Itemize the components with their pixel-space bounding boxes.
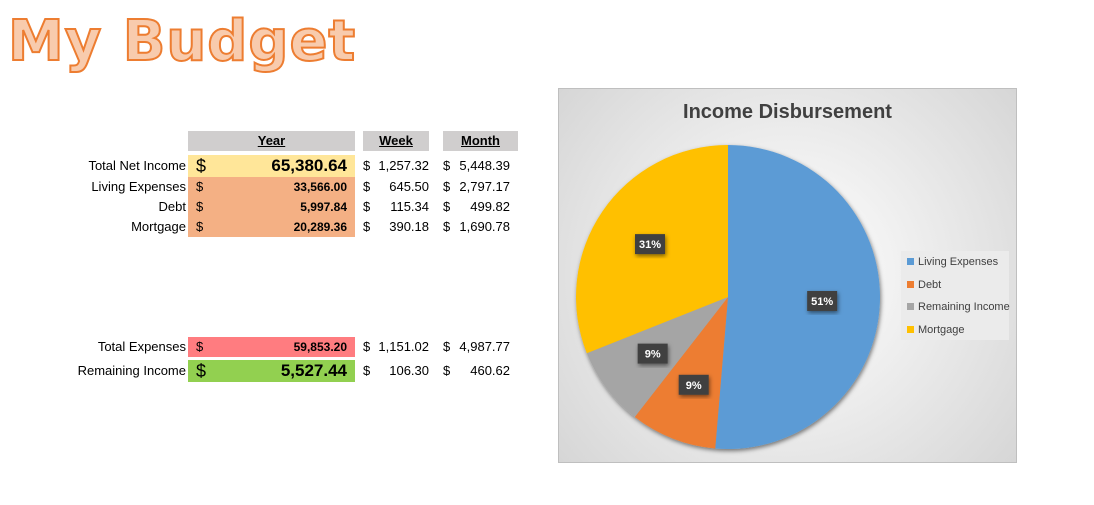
currency-symbol: $ — [443, 158, 451, 173]
currency-symbol: $ — [443, 199, 451, 214]
year-value: 5,527.44 — [280, 361, 347, 380]
week-cell[interactable]: $ 1,257.32 — [363, 155, 429, 177]
month-cell[interactable]: $ 5,448.39 — [443, 155, 510, 177]
currency-symbol: $ — [363, 199, 371, 214]
row-label: Remaining Income — [77, 363, 186, 378]
month-cell[interactable]: $ 1,690.78 — [443, 217, 510, 237]
row-total-expenses: Total Expenses $ 59,853.20 $ 1,151.02 $ … — [0, 337, 540, 357]
row-label: Debt — [158, 199, 186, 214]
week-value: 645.50 — [389, 179, 429, 194]
year-cell[interactable]: $ 5,997.84 — [188, 197, 355, 217]
data-label-text: 9% — [645, 349, 661, 361]
year-value: 5,997.84 — [300, 200, 347, 214]
month-cell[interactable]: $ 4,987.77 — [443, 337, 510, 357]
month-cell[interactable]: $ 2,797.17 — [443, 177, 510, 197]
currency-symbol: $ — [196, 179, 204, 194]
pie-data-label: 9% — [637, 343, 668, 364]
currency-symbol: $ — [196, 156, 207, 176]
year-value: 33,566.00 — [293, 180, 347, 194]
pie-slice-living-expenses[interactable] — [715, 145, 880, 449]
row-mortgage: Mortgage $ 20,289.36 $ 390.18 $ 1,690.78 — [0, 217, 540, 237]
currency-symbol: $ — [443, 179, 451, 194]
data-label-text: 31% — [639, 239, 661, 251]
year-cell[interactable]: $ 5,527.44 — [188, 360, 355, 382]
currency-symbol: $ — [443, 339, 451, 354]
month-value: 5,448.39 — [459, 158, 510, 173]
week-value: 106.30 — [389, 363, 429, 378]
year-value: 20,289.36 — [293, 220, 347, 234]
chart-legend: Living Expenses Debt Remaining Income Mo… — [901, 251, 1010, 340]
month-cell[interactable]: $ 460.62 — [443, 360, 510, 382]
header-month: Month — [443, 131, 518, 151]
week-value: 390.18 — [389, 219, 429, 234]
pie-data-label: 51% — [807, 290, 838, 311]
currency-symbol: $ — [196, 219, 204, 234]
pie-data-label: 31% — [635, 234, 666, 255]
currency-symbol: $ — [363, 363, 371, 378]
month-cell[interactable]: $ 499.82 — [443, 197, 510, 217]
legend-swatch — [907, 302, 914, 310]
legend-swatch — [907, 257, 914, 265]
week-value: 115.34 — [390, 199, 429, 214]
legend-item: Mortgage — [907, 323, 964, 337]
month-value: 499.82 — [470, 199, 510, 214]
week-cell[interactable]: $ 115.34 — [363, 197, 429, 217]
row-debt: Debt $ 5,997.84 $ 115.34 $ 499.82 — [0, 197, 540, 217]
currency-symbol: $ — [196, 361, 207, 381]
row-remaining-income: Remaining Income $ 5,527.44 $ 106.30 $ 4… — [0, 360, 540, 382]
currency-symbol: $ — [443, 219, 451, 234]
year-cell[interactable]: $ 59,853.20 — [188, 337, 355, 357]
week-cell[interactable]: $ 106.30 — [363, 360, 429, 382]
row-label: Living Expenses — [91, 179, 186, 194]
legend-item: Remaining Income — [907, 300, 1010, 314]
row-label: Total Net Income — [88, 158, 186, 173]
week-value: 1,257.32 — [378, 158, 429, 173]
year-value: 65,380.64 — [271, 156, 347, 175]
legend-label: Remaining Income — [918, 301, 1010, 313]
legend-label: Mortgage — [918, 324, 965, 336]
currency-symbol: $ — [363, 219, 371, 234]
month-value: 1,690.78 — [459, 219, 510, 234]
currency-symbol: $ — [363, 339, 371, 354]
month-value: 460.62 — [470, 363, 510, 378]
row-label: Total Expenses — [97, 339, 186, 354]
week-cell[interactable]: $ 1,151.02 — [363, 337, 429, 357]
week-cell[interactable]: $ 645.50 — [363, 177, 429, 197]
data-label-text: 9% — [686, 380, 702, 392]
legend-label: Living Expenses — [918, 256, 999, 268]
pie-data-label: 9% — [678, 374, 709, 395]
row-living-expenses: Living Expenses $ 33,566.00 $ 645.50 $ 2… — [0, 177, 540, 197]
legend-item: Living Expenses — [907, 255, 998, 269]
year-cell[interactable]: $ 33,566.00 — [188, 177, 355, 197]
year-cell[interactable]: $ 20,289.36 — [188, 217, 355, 237]
currency-symbol: $ — [363, 179, 371, 194]
month-value: 4,987.77 — [459, 339, 510, 354]
pie-chart[interactable]: Income Disbursement 51% 9% 9% 31% Living Ex… — [558, 88, 1017, 463]
currency-symbol: $ — [443, 363, 451, 378]
month-value: 2,797.17 — [459, 179, 510, 194]
page-title: My Budget — [7, 8, 357, 75]
year-value: 59,853.20 — [293, 340, 347, 354]
year-cell[interactable]: $ 65,380.64 — [188, 155, 355, 177]
week-value: 1,151.02 — [378, 339, 429, 354]
currency-symbol: $ — [196, 199, 204, 214]
data-label-text: 51% — [811, 296, 833, 308]
currency-symbol: $ — [196, 339, 204, 354]
legend-swatch — [907, 325, 914, 333]
legend-label: Debt — [918, 279, 942, 291]
header-week: Week — [363, 131, 429, 151]
header-year: Year — [188, 131, 355, 151]
row-total-net-income: Total Net Income $ 65,380.64 $ 1,257.32 … — [0, 155, 540, 177]
week-cell[interactable]: $ 390.18 — [363, 217, 429, 237]
currency-symbol: $ — [363, 158, 371, 173]
row-label: Mortgage — [131, 219, 186, 234]
legend-swatch — [907, 280, 914, 288]
legend-item: Debt — [907, 278, 941, 292]
